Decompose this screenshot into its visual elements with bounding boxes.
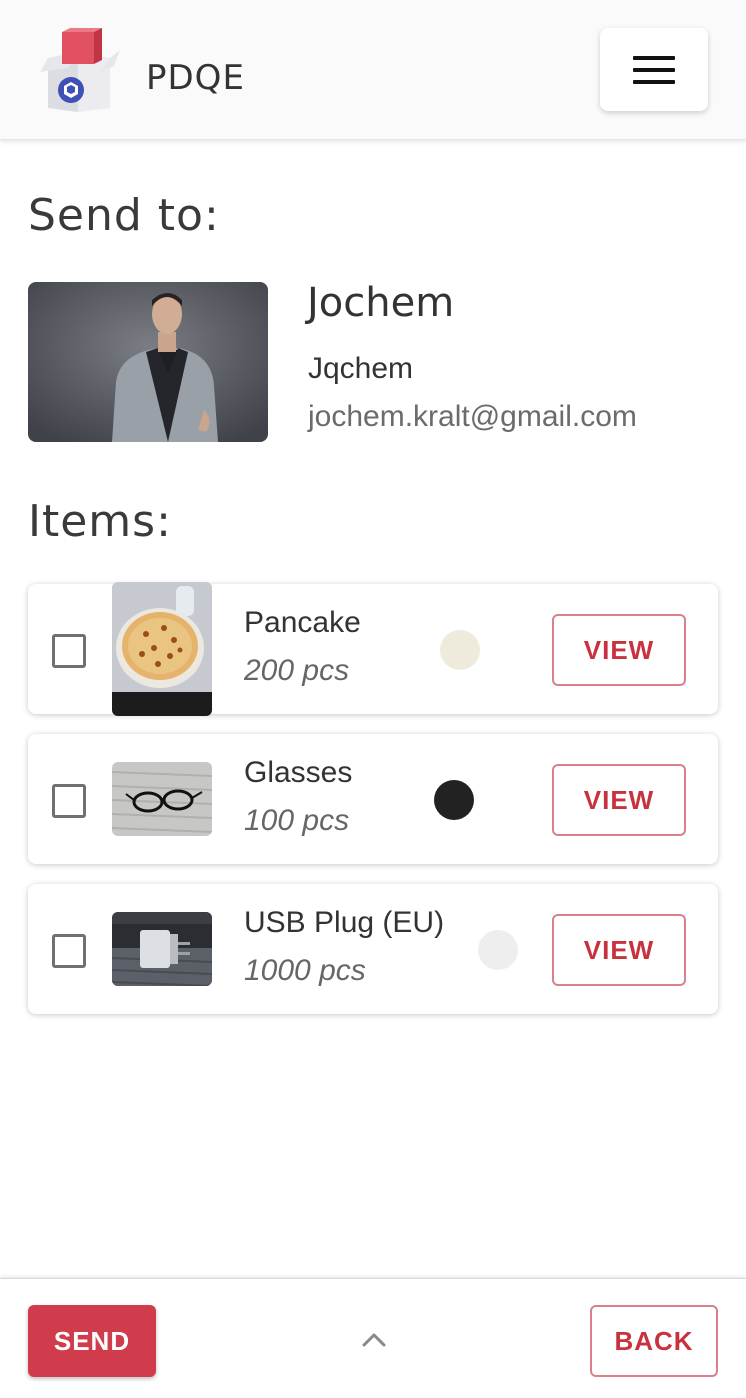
item-checkbox[interactable]	[52, 934, 86, 968]
back-button[interactable]: BACK	[590, 1305, 718, 1377]
recipient-name: Jochem	[307, 280, 455, 326]
package-box-icon[interactable]	[38, 28, 124, 114]
action-footer: SEND BACK	[0, 1278, 746, 1398]
item-quantity: 200 pcs	[244, 654, 350, 687]
item-thumbnail	[112, 912, 212, 986]
items-title: Items:	[28, 496, 172, 547]
item-thumbnail	[112, 762, 212, 836]
item-quantity: 100 pcs	[244, 804, 350, 837]
hamburger-menu-icon	[633, 56, 675, 60]
send-to-title: Send to:	[28, 190, 220, 241]
send-button[interactable]: SEND	[28, 1305, 156, 1377]
item-color-swatch	[440, 630, 480, 670]
app-header: PDQE	[0, 0, 746, 140]
recipient-email: jochem.kralt@gmail.com	[308, 400, 637, 433]
item-color-swatch	[434, 780, 474, 820]
view-button[interactable]: VIEW	[552, 764, 686, 836]
item-thumbnail	[112, 582, 212, 716]
chevron-up-icon[interactable]	[354, 1323, 394, 1353]
view-button[interactable]: VIEW	[552, 914, 686, 986]
item-card: Glasses 100 pcs VIEW	[28, 734, 718, 864]
recipient-username: Jqchem	[308, 352, 414, 385]
menu-button[interactable]	[600, 28, 708, 111]
item-name: USB Plug (EU)	[244, 906, 445, 939]
item-name: Glasses	[244, 756, 353, 789]
recipient-avatar	[28, 282, 268, 442]
item-card: USB Plug (EU) 1000 pcs VIEW	[28, 884, 718, 1014]
view-button[interactable]: VIEW	[552, 614, 686, 686]
item-color-swatch	[478, 930, 518, 970]
item-card: Pancake 200 pcs VIEW	[28, 582, 718, 716]
item-checkbox[interactable]	[52, 634, 86, 668]
app-brand: PDQE	[146, 58, 245, 98]
item-quantity: 1000 pcs	[244, 954, 366, 987]
item-checkbox[interactable]	[52, 784, 86, 818]
item-name: Pancake	[244, 606, 361, 639]
